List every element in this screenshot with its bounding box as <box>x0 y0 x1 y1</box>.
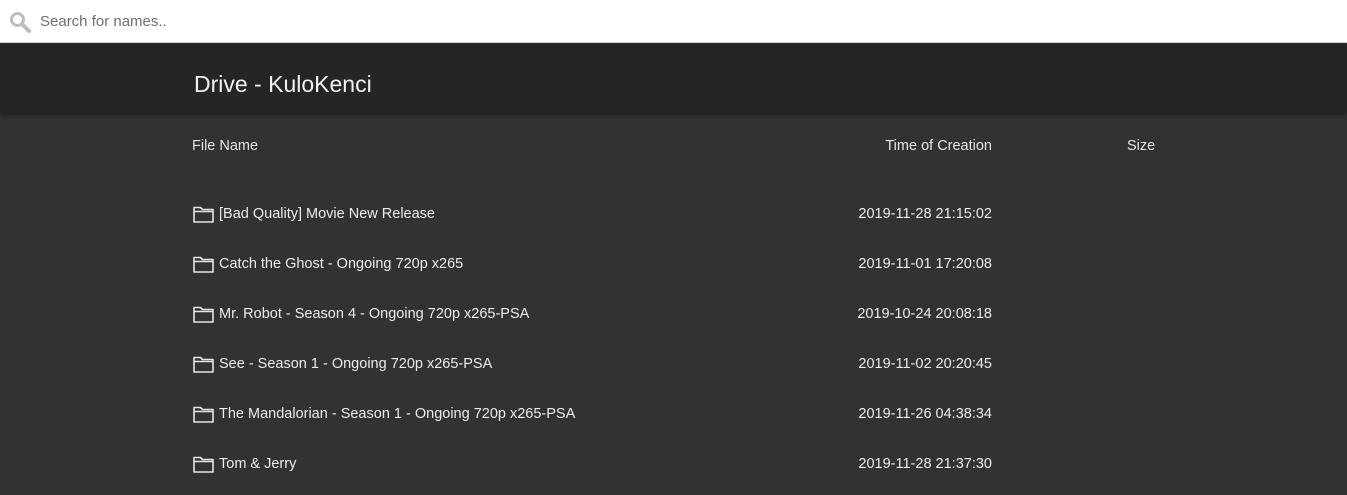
file-name[interactable]: The Mandalorian - Season 1 - Ongoing 720… <box>219 405 575 423</box>
file-time-of-creation: 2019-10-24 20:08:18 <box>857 306 992 322</box>
column-header-size[interactable]: Size <box>1127 137 1155 155</box>
folder-icon <box>193 355 214 373</box>
column-header-file-name[interactable]: File Name <box>192 137 258 155</box>
file-name[interactable]: Mr. Robot - Season 4 - Ongoing 720p x265… <box>219 305 529 323</box>
file-row[interactable]: See - Season 1 - Ongoing 720p x265-PSA 20… <box>180 343 1170 383</box>
file-name[interactable]: Catch the Ghost - Ongoing 720p x265 <box>219 255 463 273</box>
file-row[interactable]: Tom & Jerry 2019-11-28 21:37:30 <box>180 443 1170 483</box>
page-header: Drive - KuloKenci <box>0 44 1347 113</box>
file-row[interactable]: Mr. Robot - Season 4 - Ongoing 720p x265… <box>180 293 1170 333</box>
page-title: Drive - KuloKenci <box>194 71 372 97</box>
file-time-of-creation: 2019-11-02 20:20:45 <box>858 356 992 372</box>
file-row[interactable]: The Mandalorian - Season 1 - Ongoing 720… <box>180 393 1170 433</box>
folder-icon <box>193 405 214 423</box>
folder-icon <box>193 255 214 273</box>
file-row[interactable]: Catch the Ghost - Ongoing 720p x265 2019-… <box>180 243 1170 283</box>
search-input[interactable] <box>40 6 1330 36</box>
search-icon <box>10 12 31 33</box>
file-name[interactable]: See - Season 1 - Ongoing 720p x265-PSA <box>219 355 492 373</box>
search-bar <box>0 0 1347 43</box>
file-time-of-creation: 2019-11-01 17:20:08 <box>858 256 992 272</box>
folder-icon <box>193 455 214 473</box>
file-time-of-creation: 2019-11-26 04:38:34 <box>858 406 992 422</box>
folder-icon <box>193 305 214 323</box>
file-time-of-creation: 2019-11-28 21:37:30 <box>858 456 992 472</box>
file-row[interactable]: [Bad Quality] Movie New Release 2019-11-2… <box>180 193 1170 233</box>
column-header-time-of-creation[interactable]: Time of Creation <box>793 137 992 155</box>
file-time-of-creation: 2019-11-28 21:15:02 <box>858 206 992 222</box>
folder-icon <box>193 205 214 223</box>
file-name[interactable]: [Bad Quality] Movie New Release <box>219 205 435 223</box>
file-name[interactable]: Tom & Jerry <box>219 455 296 473</box>
